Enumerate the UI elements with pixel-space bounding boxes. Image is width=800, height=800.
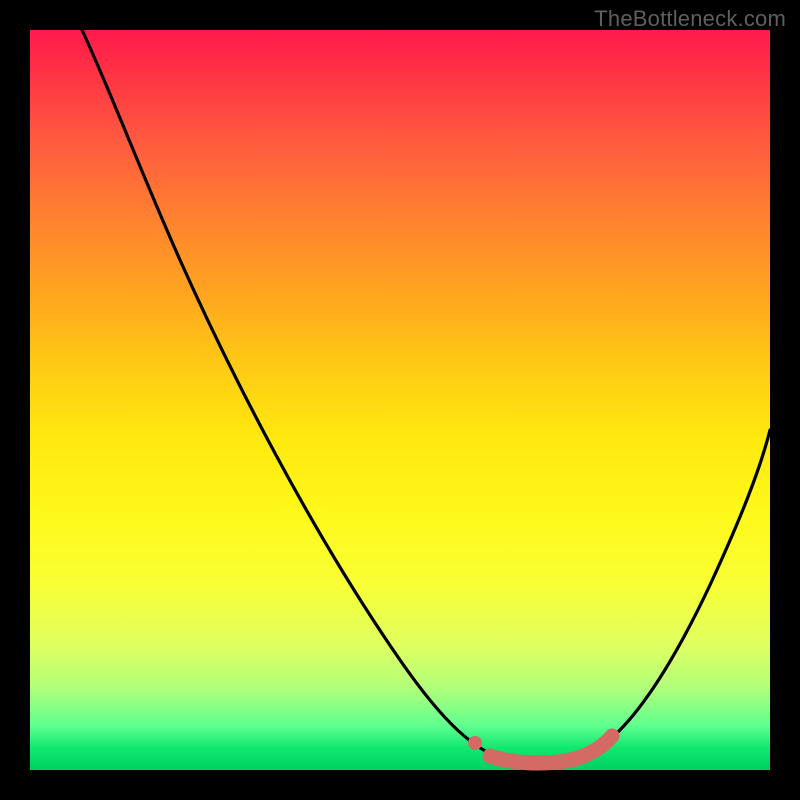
chart-svg	[30, 30, 770, 770]
optimal-marker-segment	[490, 736, 612, 763]
optimal-marker-dot-left	[468, 736, 482, 750]
chart-frame: TheBottleneck.com	[0, 0, 800, 800]
bottleneck-curve-line	[82, 30, 770, 763]
watermark-text: TheBottleneck.com	[594, 6, 786, 32]
